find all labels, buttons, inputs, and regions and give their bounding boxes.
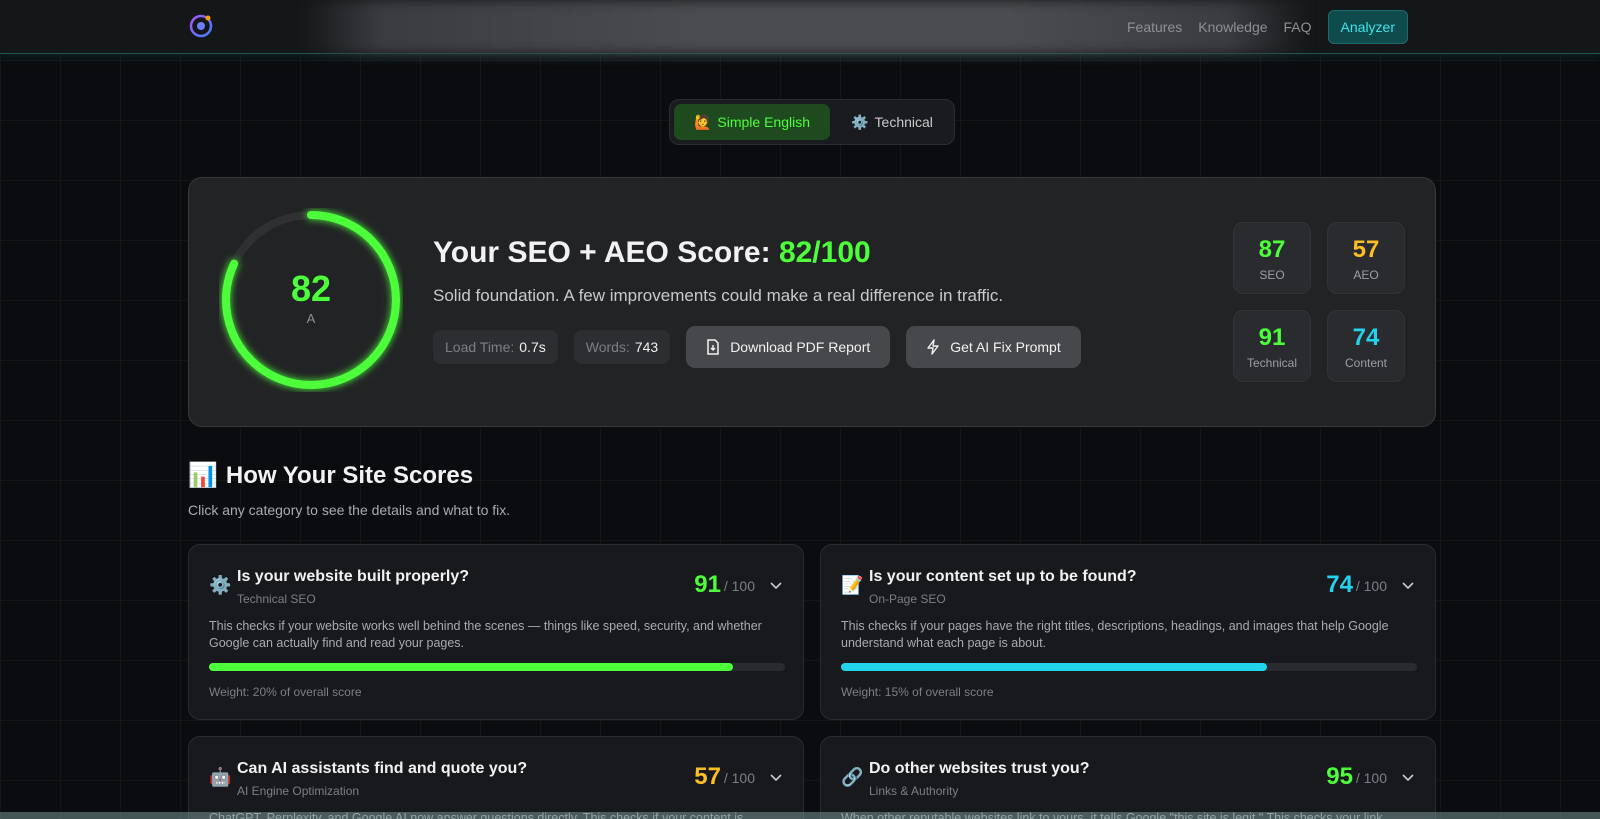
sub-score-label: Technical: [1246, 356, 1298, 370]
sub-score-label: Content: [1344, 356, 1388, 370]
category-card-links-authority[interactable]: 🔗 Do other websites trust you? Links & A…: [820, 736, 1436, 819]
category-max: / 100: [1355, 770, 1387, 786]
scroll-edge: [0, 812, 1600, 819]
sub-score-aeo: 57 AEO: [1327, 222, 1405, 294]
nav-analyzer-button[interactable]: Analyzer: [1327, 10, 1408, 44]
sub-score-label: AEO: [1353, 268, 1379, 282]
mode-simple-english-button[interactable]: 🙋 Simple English: [674, 104, 830, 140]
raising-hand-icon: 🙋: [693, 113, 712, 130]
words-label: Words:: [585, 339, 630, 355]
chevron-down-icon[interactable]: [769, 579, 783, 593]
category-score: 74: [1326, 571, 1353, 598]
section-subtitle: Click any category to see the details an…: [188, 502, 511, 518]
sub-score-value: 74: [1352, 324, 1380, 351]
overall-grade: A: [306, 311, 316, 326]
category-card-on-page-seo[interactable]: 📝 Is your content set up to be found? On…: [820, 544, 1436, 720]
category-progress-fill: [841, 663, 1268, 671]
mode-toggle: 🙋 Simple English ⚙️ Technical: [669, 99, 955, 145]
nav-link-faq[interactable]: FAQ: [1284, 19, 1312, 35]
score-meta-row: Load Time: 0.7s Words: 743 Download PDF …: [433, 326, 1081, 368]
sub-score-value: 87: [1258, 236, 1286, 263]
section-title-text: How Your Site Scores: [225, 461, 474, 489]
category-title: Do other websites trust you?: [869, 760, 1090, 777]
top-nav: Features Knowledge FAQ Analyzer: [0, 0, 1600, 54]
robot-icon: 🤖: [209, 767, 232, 787]
overall-score-value: 82: [290, 268, 332, 309]
category-tag: AI Engine Optimization: [237, 784, 360, 798]
load-time-label: Load Time:: [445, 339, 515, 355]
sub-score-value: 91: [1258, 324, 1286, 351]
sub-score-value: 57: [1352, 236, 1380, 263]
download-pdf-label: Download PDF Report: [730, 339, 871, 355]
nav-link-knowledge[interactable]: Knowledge: [1198, 19, 1267, 35]
category-max: / 100: [723, 578, 755, 594]
words-value: 743: [634, 339, 659, 355]
category-progress-bar: [209, 663, 785, 671]
category-score: 91: [694, 571, 721, 598]
download-pdf-button[interactable]: Download PDF Report: [686, 326, 891, 368]
lightning-icon: [927, 339, 939, 355]
nav-links: Features Knowledge FAQ Analyzer: [1127, 10, 1408, 44]
score-title-text: Your SEO + AEO Score:: [433, 236, 779, 269]
ai-fix-prompt-button[interactable]: Get AI Fix Prompt: [906, 326, 1081, 368]
category-description: This checks if your website works well b…: [209, 619, 762, 650]
category-max: / 100: [1355, 578, 1387, 594]
words-pill: Words: 743: [573, 330, 671, 364]
category-tag: On-Page SEO: [869, 592, 946, 606]
category-title: Is your content set up to be found?: [869, 568, 1137, 585]
mode-technical-label: Technical: [874, 114, 933, 130]
category-description: This checks if your pages have the right…: [841, 619, 1389, 650]
category-weight: Weight: 15% of overall score: [841, 685, 994, 699]
category-max: / 100: [723, 770, 755, 786]
nav-link-features[interactable]: Features: [1127, 19, 1182, 35]
category-score: 57: [694, 763, 721, 790]
link-icon: 🔗: [841, 767, 864, 787]
category-title: Can AI assistants find and quote you?: [237, 760, 528, 777]
score-title: Your SEO + AEO Score: 82/100: [433, 236, 871, 270]
memo-icon: 📝: [841, 575, 864, 595]
category-card-aeo[interactable]: 🤖 Can AI assistants find and quote you? …: [188, 736, 804, 819]
mode-technical-button[interactable]: ⚙️ Technical: [834, 104, 950, 140]
chevron-down-icon[interactable]: [1401, 579, 1415, 593]
category-tag: Links & Authority: [869, 784, 959, 798]
category-tag: Technical SEO: [237, 592, 316, 606]
file-download-icon: [707, 339, 719, 355]
load-time-pill: Load Time: 0.7s: [433, 330, 558, 364]
mode-simple-english-label: Simple English: [717, 114, 811, 130]
sub-score-label: SEO: [1259, 268, 1285, 282]
chevron-down-icon[interactable]: [1401, 771, 1415, 785]
score-gauge: 82 A: [219, 208, 403, 392]
sub-score-content: 74 Content: [1327, 310, 1405, 382]
gear-icon: ⚙️: [209, 575, 232, 595]
logo-icon[interactable]: [188, 13, 214, 39]
score-title-value: 82/100: [778, 236, 871, 269]
category-title: Is your website built properly?: [237, 568, 470, 585]
load-time-value: 0.7s: [519, 339, 546, 355]
chevron-down-icon[interactable]: [769, 771, 783, 785]
score-subtitle: Solid foundation. A few improvements cou…: [433, 286, 1004, 305]
sub-score-seo: 87 SEO: [1233, 222, 1311, 294]
category-weight: Weight: 20% of overall score: [209, 685, 362, 699]
bar-chart-icon: 📊: [188, 462, 218, 489]
gear-icon: ⚙️: [851, 113, 869, 130]
section-title: 📊 How Your Site Scores: [188, 461, 473, 490]
sub-score-technical: 91 Technical: [1233, 310, 1311, 382]
score-summary-card: 82 A Your SEO + AEO Score: 82/100 Solid …: [188, 177, 1436, 427]
sub-score-grid: 87 SEO 57 AEO 91 Technical 74 Content: [1233, 222, 1405, 382]
category-card-technical-seo[interactable]: ⚙️ Is your website built properly? Techn…: [188, 544, 804, 720]
ai-fix-prompt-label: Get AI Fix Prompt: [950, 339, 1061, 355]
category-score: 95: [1326, 763, 1353, 790]
category-progress-fill: [209, 663, 734, 671]
category-progress-bar: [841, 663, 1417, 671]
